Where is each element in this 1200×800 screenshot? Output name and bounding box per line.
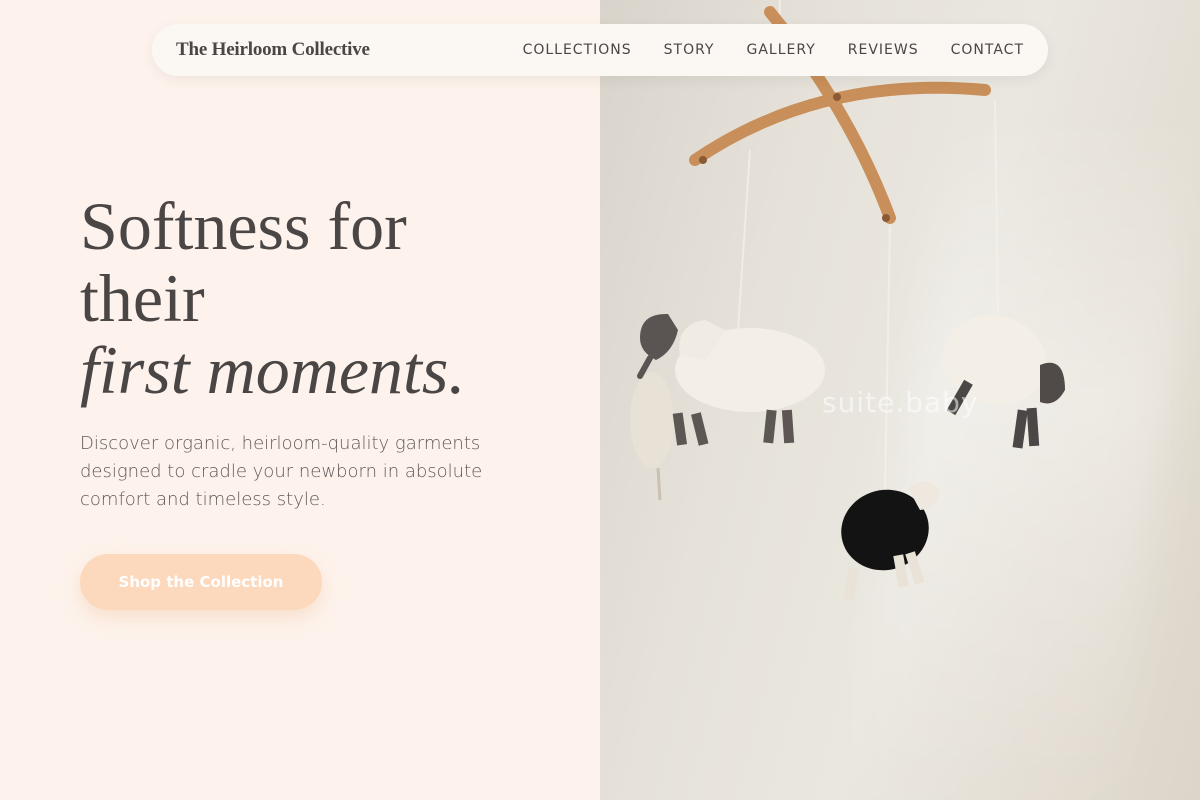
hero-image: suite.baby: [600, 0, 1200, 800]
top-navbar: The Heirloom Collective COLLECTIONS STOR…: [152, 24, 1048, 76]
nav-links: COLLECTIONS STORY GALLERY REVIEWS CONTAC…: [523, 42, 1024, 58]
nav-link-collections[interactable]: COLLECTIONS: [523, 42, 632, 58]
headline-line-2: their: [80, 260, 205, 336]
image-watermark: suite.baby: [822, 386, 979, 419]
sheep-three: [841, 481, 940, 601]
hero-headline: Softness for their first moments.: [80, 190, 465, 406]
headline-italic: first moments.: [80, 332, 466, 408]
nav-link-reviews[interactable]: REVIEWS: [848, 42, 919, 58]
shop-collection-button[interactable]: Shop the Collection: [80, 554, 322, 610]
headline-line-1: Softness for: [80, 188, 407, 264]
nav-link-story[interactable]: STORY: [664, 42, 715, 58]
nav-link-gallery[interactable]: GALLERY: [746, 42, 815, 58]
brand-logo[interactable]: The Heirloom Collective: [176, 39, 370, 61]
sheep-two: [943, 315, 1065, 449]
nav-link-contact[interactable]: CONTACT: [951, 42, 1024, 58]
hero-subtext: Discover organic, heirloom-quality garme…: [80, 433, 483, 510]
